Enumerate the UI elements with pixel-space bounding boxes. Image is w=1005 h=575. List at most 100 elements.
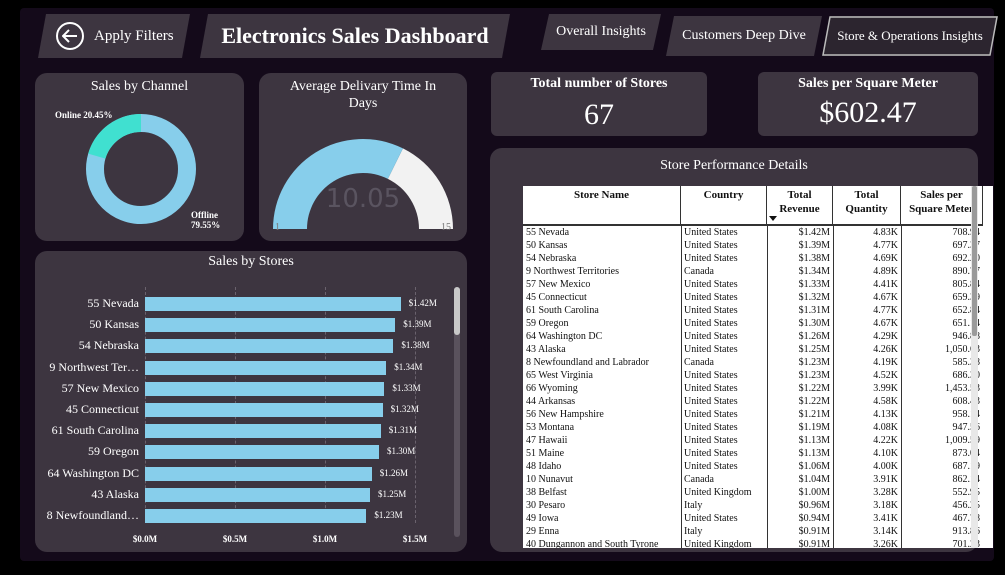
bar-category-label: 59 Oregon	[88, 444, 139, 459]
table-cell: 805.84	[952, 279, 981, 290]
table-cell: 4.29K	[873, 331, 898, 342]
table-cell: 873.04	[952, 448, 981, 459]
table-row[interactable]: 56 New Hampshire United States $1.21M 4.13K…	[523, 408, 983, 421]
table-row[interactable]: 48 Idaho United States $1.06M 4.00K 687.19	[523, 460, 983, 473]
table-cell: 3.91K	[873, 474, 898, 485]
table-row[interactable]: 57 New Mexico United States $1.33M 4.41K 805…	[523, 278, 983, 291]
table-row[interactable]: 53 Montana United States $1.19M 4.08K 947.56	[523, 421, 983, 434]
tab-store-operations-insights[interactable]: Store & Operations Insights	[822, 16, 998, 56]
bar[interactable]	[145, 381, 385, 396]
table-cell: 44 Arkansas	[526, 396, 576, 407]
sort-descending-icon[interactable]	[769, 216, 777, 221]
table-cell: $1.22M	[798, 383, 830, 394]
scrollbar-thumb[interactable]	[454, 287, 460, 335]
table-cell: 9 Northwest Territories	[526, 266, 619, 277]
header-store-name[interactable]: Store Name	[523, 186, 681, 224]
table-row[interactable]: 45 Connecticut United States $1.32M 4.67K 65…	[523, 291, 983, 304]
table-row[interactable]: 8 Newfoundland and Labrador Canada $1.23M 4…	[523, 356, 983, 369]
table-cell: 8 Newfoundland and Labrador	[526, 357, 650, 368]
tab-overall-insights[interactable]: Overall Insights	[541, 14, 661, 50]
table-cell: 30 Pesaro	[526, 500, 566, 511]
table-row[interactable]: 9 Northwest Territories Canada $1.34M 4.89K…	[523, 265, 983, 278]
table-row[interactable]: 64 Washington DC United States $1.26M 4.29K…	[523, 330, 983, 343]
table-body: Store Name Country Total Revenue Total Quan…	[523, 186, 993, 548]
table-cell: 697.37	[952, 240, 981, 251]
table-row[interactable]: 10 Nunavut Canada $1.04M 3.91K 862.14	[523, 473, 983, 486]
header-total-quantity[interactable]: Total Quantity	[833, 186, 901, 224]
table-row[interactable]: 38 Belfast United Kingdom $1.00M 3.28K 552.9…	[523, 486, 983, 499]
bar[interactable]	[145, 318, 396, 333]
table-cell: $1.13M	[798, 435, 830, 446]
table-cell: 659.39	[952, 292, 981, 303]
online-share-label: Online 20.45%	[55, 110, 113, 120]
table-cell: United States	[684, 240, 738, 251]
table-cell: United Kingdom	[684, 539, 752, 548]
table-row[interactable]: 30 Pesaro Italy $0.96M 3.18K 456.25	[523, 499, 983, 512]
table-row[interactable]: 40 Dungannon and South Tyrone United King…	[523, 538, 983, 548]
bar[interactable]	[145, 466, 372, 481]
tab-customers-deep-dive[interactable]: Customers Deep Dive	[666, 16, 822, 56]
table-cell: 608.43	[952, 396, 981, 407]
table-cell: 54 Nebraska	[526, 253, 577, 264]
bar[interactable]	[145, 297, 401, 311]
bar-category-label: 8 Newfoundland…	[46, 508, 139, 522]
table-row[interactable]: 51 Maine United States $1.13M 4.10K 873.04	[523, 447, 983, 460]
bar-category-label: 61 South Carolina	[51, 423, 139, 438]
table-scrollbar[interactable]	[971, 186, 978, 548]
bar[interactable]	[145, 487, 370, 502]
table-row[interactable]: 43 Alaska United States $1.25M 4.26K 1,050.6…	[523, 343, 983, 356]
table-row[interactable]: 44 Arkansas United States $1.22M 4.58K 608.4…	[523, 395, 983, 408]
table-cell: $1.21M	[798, 409, 830, 420]
table-cell: 4.41K	[873, 279, 898, 290]
table-cell: 652.84	[952, 305, 981, 316]
table-row[interactable]: 65 West Virginia United States $1.23M 4.52K…	[523, 369, 983, 382]
table-cell: 862.14	[952, 474, 981, 485]
sales-per-sqm-value: $602.47	[819, 96, 917, 129]
table-scrollbar-thumb[interactable]	[972, 186, 977, 336]
table-cell: 585.38	[952, 357, 981, 368]
table-row[interactable]: 59 Oregon United States $1.30M 4.67K 651.14	[523, 317, 983, 330]
table-row[interactable]: 61 South Carolina United States $1.31M 4.77…	[523, 304, 983, 317]
table-cell: United States	[684, 305, 738, 316]
bar[interactable]	[145, 339, 394, 354]
offline-share-label: 79.55%	[191, 220, 221, 230]
table-cell: 49 Iowa	[526, 513, 559, 524]
bar-category-label: 50 Kansas	[89, 317, 139, 332]
bar[interactable]	[145, 360, 387, 375]
gauge-min-label: 1	[275, 222, 280, 233]
bar-value-label: $1.26M	[379, 467, 409, 478]
table-row[interactable]: 55 Nevada United States $1.42M 4.83K 708.94	[523, 226, 983, 239]
bar-category-label: 57 New Mexico	[61, 380, 139, 395]
table-row[interactable]: 66 Wyoming United States $1.22M 3.99K 1,453.…	[523, 382, 983, 395]
table-cell: United States	[684, 383, 738, 394]
total-stores-value: 67	[584, 98, 614, 131]
table-cell: 66 Wyoming	[526, 383, 578, 394]
table-row[interactable]: 54 Nebraska United States $1.38M 4.69K 692.2…	[523, 252, 983, 265]
table-cell: 701.23	[952, 539, 981, 548]
header-country[interactable]: Country	[681, 186, 767, 224]
bar-chart-scrollbar[interactable]	[454, 287, 460, 537]
table-cell: 3.14K	[873, 526, 898, 537]
delivery-chart-title: Average Delivary Time In Days	[289, 79, 437, 111]
bar[interactable]	[145, 424, 381, 439]
dashboard: Apply Filters Electronics Sales Dashboar…	[20, 8, 994, 561]
table-cell: 4.67K	[873, 292, 898, 303]
table-cell: Italy	[684, 500, 703, 511]
table-row[interactable]: 50 Kansas United States $1.39M 4.77K 697.37	[523, 239, 983, 252]
total-stores-card: Total number of Stores 67	[491, 72, 707, 136]
table-row[interactable]: 49 Iowa United States $0.94M 3.41K 467.78	[523, 512, 983, 525]
bar[interactable]	[145, 445, 379, 460]
table-row[interactable]: 29 Enna Italy $0.91M 3.14K 913.86	[523, 525, 983, 538]
table-row[interactable]: 47 Hawaii United States $1.13M 4.22K 1,009.5…	[523, 434, 983, 447]
apply-filters-button[interactable]: Apply Filters	[38, 14, 190, 58]
bar[interactable]	[145, 403, 383, 417]
table-cell: 53 Montana	[526, 422, 575, 433]
bar[interactable]	[145, 509, 367, 523]
table-cell: 1,050.63	[945, 344, 980, 355]
table-cell: $1.30M	[798, 318, 830, 329]
table-cell: 946.88	[952, 331, 981, 342]
table-cell: United States	[684, 331, 738, 342]
table-cell: 947.56	[952, 422, 981, 433]
bar-value-label: $1.25M	[378, 488, 407, 499]
table-cell: 48 Idaho	[526, 461, 562, 472]
